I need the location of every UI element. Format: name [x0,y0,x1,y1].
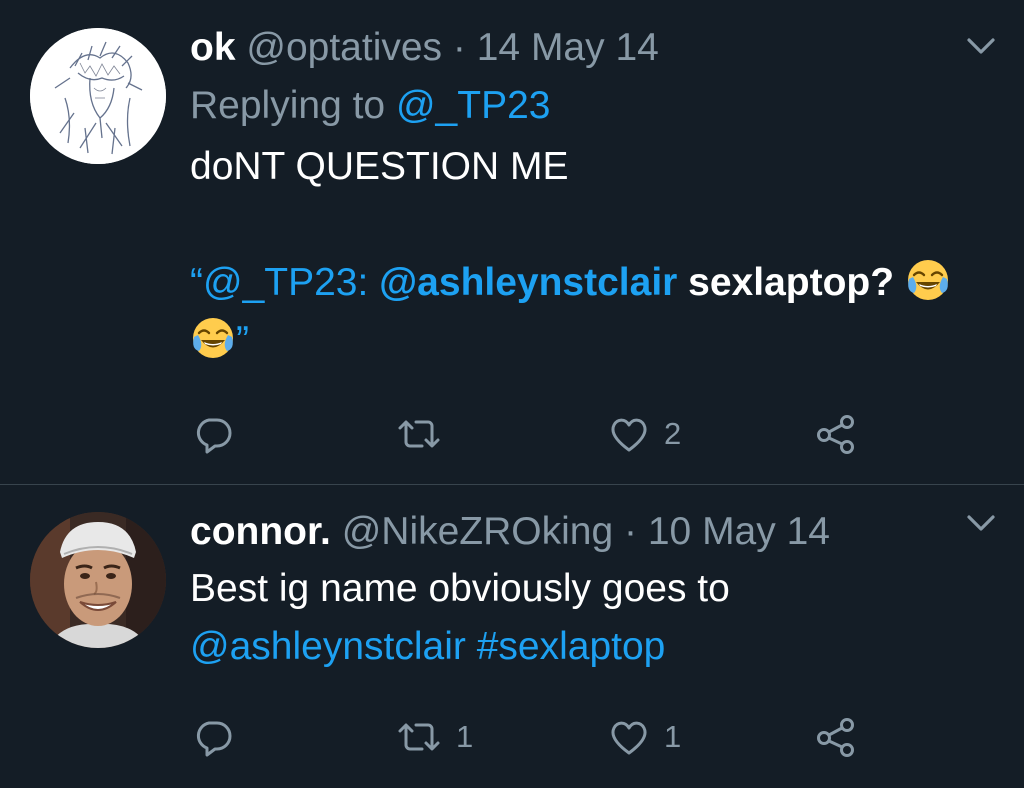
avatar[interactable] [30,28,166,164]
reply-icon [196,721,232,757]
smiling-man-photo-avatar-icon [30,512,166,648]
sketch-drawing-avatar-icon [30,28,166,164]
tweet-timeline: ok @optatives · 14 May 14 Replying to @_… [0,0,1024,788]
retweet-count: 1 [456,719,474,754]
like-count: 1 [664,719,682,754]
like-button[interactable]: 2 [608,412,681,456]
user-handle[interactable]: @optatives [246,26,442,69]
display-name[interactable]: connor. [190,510,331,553]
tweet-actions: 2 [0,412,1024,456]
separator-dot: · [624,510,638,553]
retweet-icon [398,723,440,751]
hashtag-link[interactable]: #sexlaptop [477,625,666,668]
tweet-actions: 1 1 [0,715,1024,759]
tears-of-joy-emoji-icon [907,260,948,300]
quote-prefix[interactable]: “@_TP23: [190,261,379,304]
share-icon [817,415,854,454]
tweet-text-line: @ashleynstclair #sexlaptop [190,618,990,676]
heart-icon [611,418,647,452]
quote-text: sexlaptop? [677,261,905,304]
reply-icon [196,418,232,454]
retweet-button[interactable]: 1 [396,715,473,759]
replying-to-mention[interactable]: @_TP23 [396,84,551,127]
share-button[interactable] [815,412,857,456]
replying-to-label: Replying to [190,84,386,127]
mention-link[interactable]: @ashleynstclair [379,261,677,304]
separator-dot: · [452,26,466,69]
tweet-date[interactable]: 14 May 14 [477,26,659,69]
tweet[interactable]: ok @optatives · 14 May 14 Replying to @_… [0,0,1024,484]
reply-button[interactable] [193,412,247,456]
share-icon [817,718,854,757]
tweet-text: Best ig name obviously goes to @ashleyns… [190,560,990,676]
replying-to: Replying to @_TP23 [190,84,550,128]
quote-close: ” [236,319,249,362]
avatar[interactable] [30,512,166,648]
tweet-text: doNT QUESTION ME “@_TP23: @ashleynstclai… [190,138,990,370]
chevron-down-icon[interactable] [964,511,998,535]
tweet[interactable]: connor. @NikeZROking · 10 May 14 Best ig… [0,485,1024,788]
mention-link[interactable]: @ashleynstclair [190,625,466,668]
tweet-text-line: Best ig name obviously goes to [190,567,730,610]
share-button[interactable] [815,715,857,759]
like-count: 2 [664,416,682,451]
chevron-down-icon[interactable] [964,34,998,58]
tweet-header: connor. @NikeZROking · 10 May 14 [190,510,830,554]
heart-icon [611,721,647,755]
reply-button[interactable] [193,715,247,759]
user-handle[interactable]: @NikeZROking [342,510,613,553]
tweet-text-line: doNT QUESTION ME [190,145,569,188]
tweet-header: ok @optatives · 14 May 14 [190,26,659,70]
display-name[interactable]: ok [190,26,236,69]
retweet-button[interactable] [396,412,456,456]
tweet-date[interactable]: 10 May 14 [648,510,830,553]
tears-of-joy-emoji-icon [193,318,233,358]
retweet-icon [398,420,440,448]
quoted-tweet-text: “@_TP23: @ashleynstclair sexlaptop? ” [190,254,990,370]
like-button[interactable]: 1 [608,715,681,759]
